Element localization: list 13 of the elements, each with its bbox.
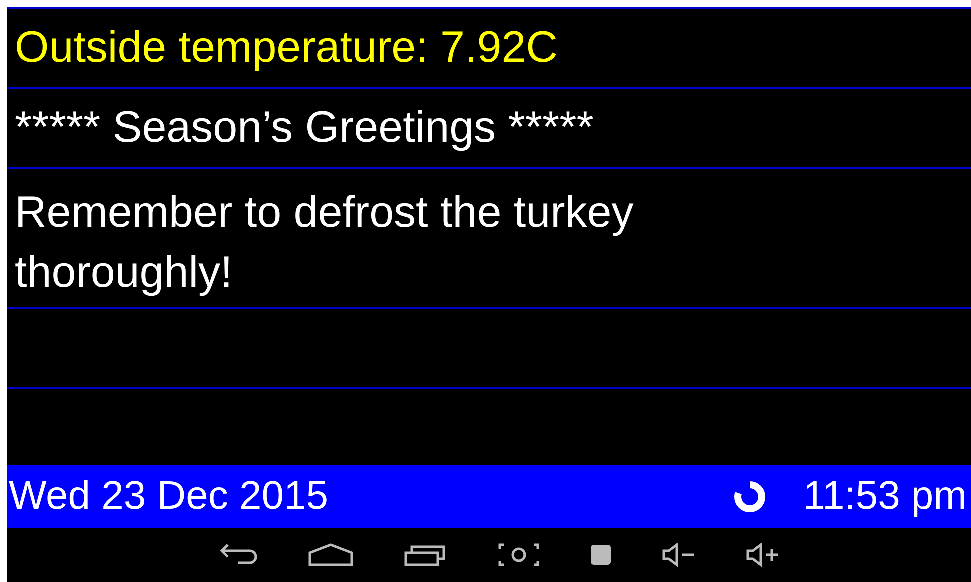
date-text: Wed 23 Dec 2015 bbox=[9, 474, 330, 519]
screenshot-icon[interactable] bbox=[498, 543, 540, 567]
volume-up-icon[interactable] bbox=[746, 543, 780, 567]
volume-down-icon[interactable] bbox=[662, 543, 696, 567]
message-text: Outside temperature: 7.92C bbox=[15, 22, 558, 74]
message-text: ***** Season’s Greetings ***** bbox=[15, 102, 594, 154]
loading-ring-icon bbox=[733, 480, 768, 514]
recent-apps-icon[interactable] bbox=[404, 543, 448, 567]
home-icon[interactable] bbox=[308, 543, 354, 567]
time-text: 11:53 pm bbox=[803, 474, 967, 519]
back-icon[interactable] bbox=[218, 543, 258, 567]
stop-icon[interactable] bbox=[590, 544, 612, 566]
message-text: Remember to defrost the turkey thoroughly! bbox=[15, 187, 635, 299]
